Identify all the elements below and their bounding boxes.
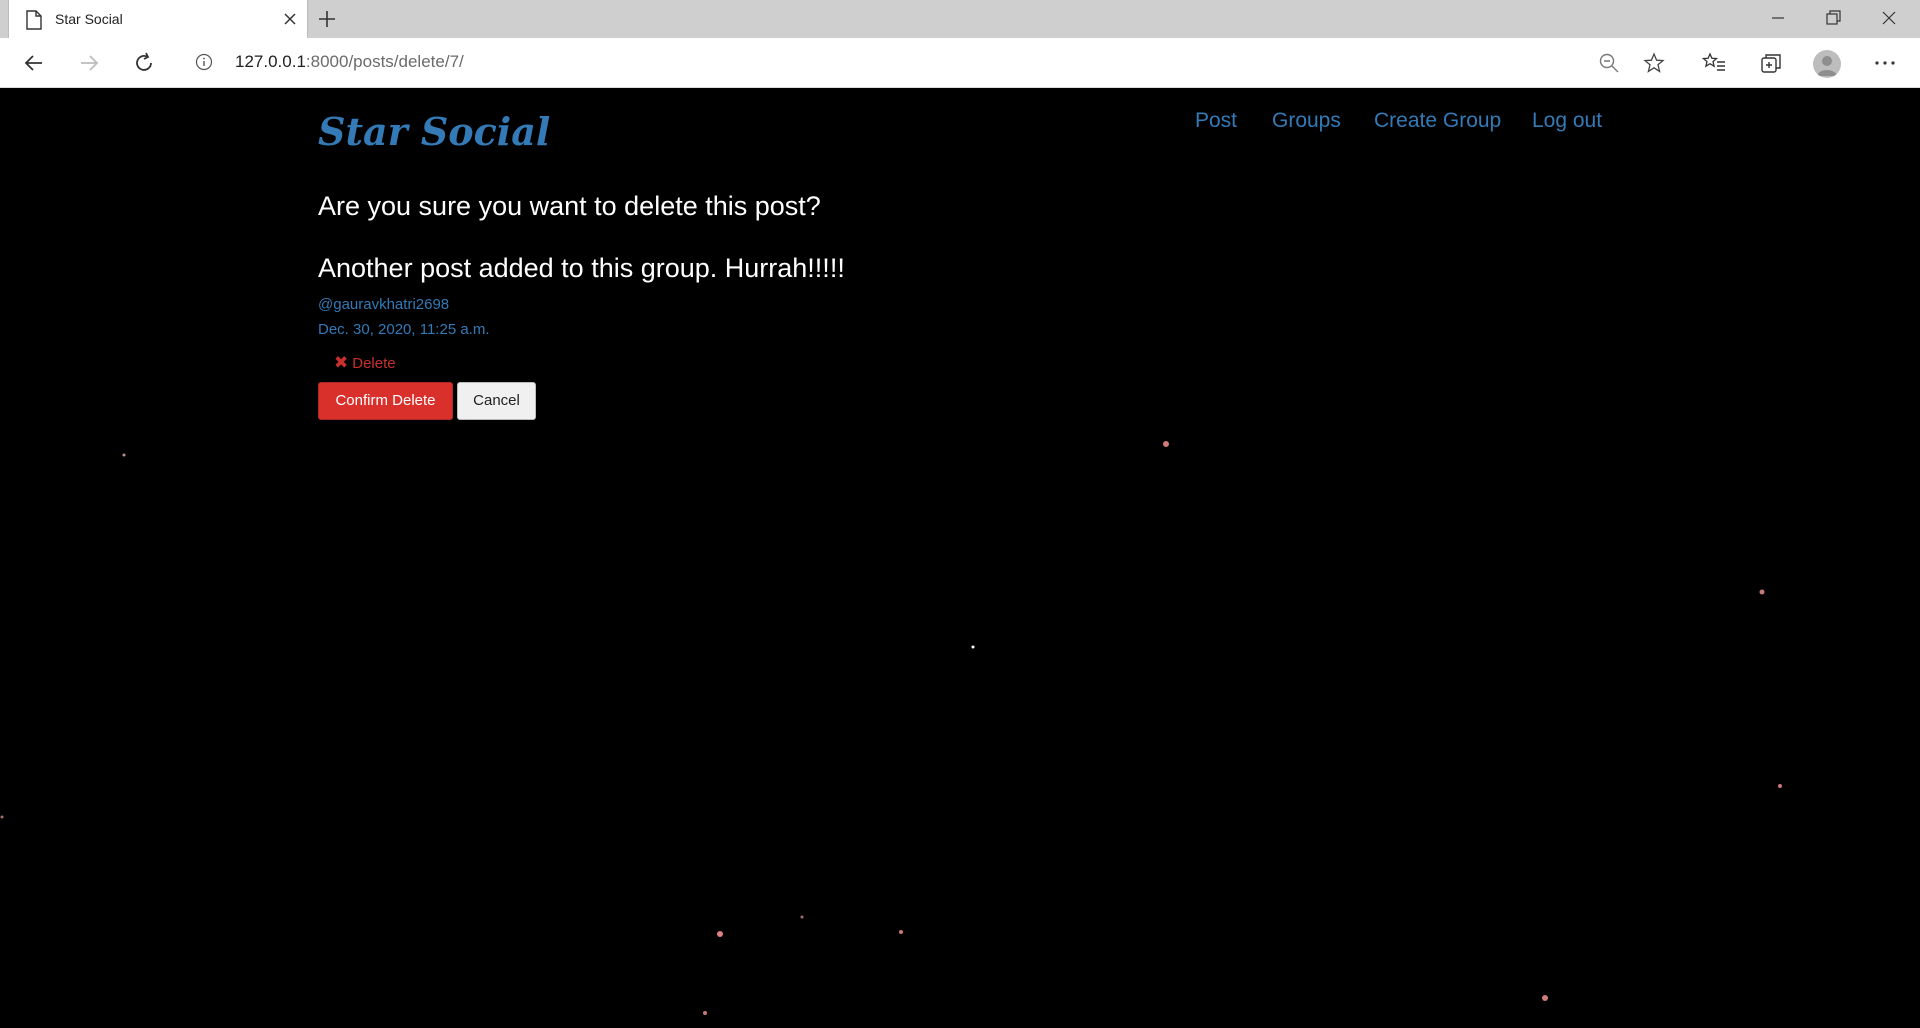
star <box>1163 441 1169 447</box>
info-icon[interactable] <box>195 53 213 71</box>
star <box>800 915 804 919</box>
restore-icon[interactable] <box>1823 8 1843 28</box>
star <box>0 815 4 819</box>
star <box>899 930 903 934</box>
browser-tab[interactable]: Star Social <box>8 0 308 38</box>
refresh-icon[interactable] <box>132 51 156 75</box>
star <box>122 453 126 457</box>
star <box>1759 589 1765 595</box>
favorites-icon[interactable] <box>1702 51 1726 75</box>
back-icon[interactable] <box>22 51 46 75</box>
star <box>717 931 723 937</box>
page-content: Star Social Post Groups Create Group Log… <box>0 89 1920 1028</box>
minimize-icon[interactable] <box>1768 8 1788 28</box>
cancel-button[interactable]: Cancel <box>457 382 536 420</box>
nav-logout[interactable]: Log out <box>1532 109 1602 133</box>
delete-link-label: Delete <box>352 355 396 372</box>
star <box>1542 995 1548 1001</box>
post-author-link[interactable]: @gauravkhatri2698 <box>318 296 449 313</box>
site-brand[interactable]: Star Social <box>318 109 550 154</box>
window-close-icon[interactable] <box>1879 8 1899 28</box>
url-host: 127.0.0.1 <box>235 52 306 71</box>
browser-tab-bar: Star Social <box>0 0 1920 38</box>
url-text[interactable]: 127.0.0.1:8000/posts/delete/7/ <box>235 52 464 72</box>
confirm-delete-button[interactable]: Confirm Delete <box>318 382 453 420</box>
browser-toolbar: 127.0.0.1:8000/posts/delete/7/ <box>0 38 1920 88</box>
delete-confirmation-question: Are you sure you want to delete this pos… <box>318 191 821 221</box>
post-timestamp-link[interactable]: Dec. 30, 2020, 11:25 a.m. <box>318 321 490 338</box>
nav-post[interactable]: Post <box>1195 109 1237 133</box>
url-path: :8000/posts/delete/7/ <box>305 52 464 71</box>
star <box>971 645 975 649</box>
tab-title: Star Social <box>55 11 123 27</box>
star <box>1778 784 1782 788</box>
star <box>703 1011 707 1015</box>
new-tab-icon[interactable] <box>318 10 336 28</box>
more-icon[interactable] <box>1873 51 1897 75</box>
favorite-star-icon[interactable] <box>1643 52 1665 74</box>
delete-link[interactable]: ✖ Delete <box>334 353 396 373</box>
page-icon <box>26 10 42 30</box>
forward-icon[interactable] <box>77 51 101 75</box>
close-icon[interactable] <box>283 12 297 26</box>
nav-groups[interactable]: Groups <box>1272 109 1341 133</box>
delete-x-icon: ✖ <box>334 353 349 372</box>
profile-avatar[interactable] <box>1813 50 1841 78</box>
post-message: Another post added to this group. Hurrah… <box>318 253 845 283</box>
address-bar[interactable]: 127.0.0.1:8000/posts/delete/7/ <box>180 43 1678 81</box>
zoom-out-icon[interactable] <box>1598 52 1620 74</box>
nav-create-group[interactable]: Create Group <box>1374 109 1501 133</box>
collections-icon[interactable] <box>1759 51 1783 75</box>
starfield-background <box>0 441 1782 1015</box>
avatar-icon <box>1817 56 1837 76</box>
